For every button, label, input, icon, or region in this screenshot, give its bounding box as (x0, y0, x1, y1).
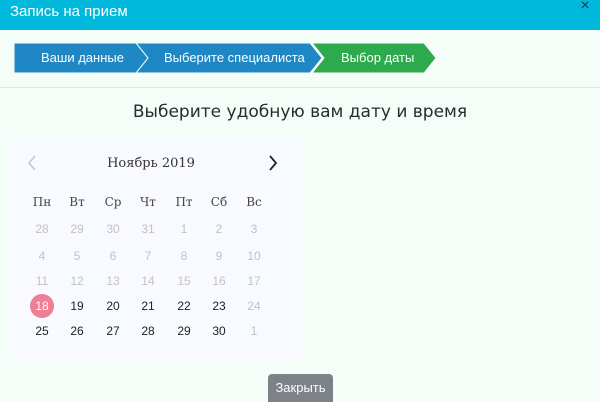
wizard-step-label: Выберите специалиста (164, 50, 305, 65)
calendar-day: 1 (250, 324, 258, 338)
close-icon[interactable]: × (577, 0, 593, 14)
calendar-day: 10 (247, 249, 261, 263)
calendar-day[interactable]: 27 (98, 321, 128, 341)
weekday-header: Пт (175, 195, 193, 209)
calendar-day: 29 (70, 222, 84, 236)
weekday-header: Вт (69, 195, 85, 209)
calendar-day: 30 (106, 222, 120, 236)
weekday-header: Пн (32, 195, 52, 209)
wizard-step-label: Выбор даты (341, 50, 415, 65)
calendar-day: 5 (73, 249, 81, 263)
date-picker-calendar: Ноябрь 2019 Пн Вт Ср Чт Пт Сб Вс 28 29 30 31 1 2 3 4 5… (10, 139, 302, 360)
calendar-day-selected[interactable]: 18 (27, 294, 57, 318)
calendar-day: 15 (177, 274, 191, 288)
calendar-day: 3 (250, 222, 258, 236)
calendar-day: 7 (144, 249, 152, 263)
calendar-day: 12 (70, 274, 84, 288)
calendar-day: 13 (106, 274, 120, 288)
calendar-day: 9 (215, 249, 223, 263)
close-button[interactable]: Закрыть (268, 374, 333, 402)
calendar-day: 1 (180, 222, 188, 236)
wizard-step-3[interactable]: Выбор даты (312, 43, 436, 73)
calendar-day: 4 (38, 249, 46, 263)
calendar-day: 8 (180, 249, 188, 263)
calendar-day: 2 (215, 222, 223, 236)
calendar-day[interactable]: 22 (169, 296, 199, 316)
calendar-day[interactable]: 26 (62, 321, 92, 341)
weekday-header: Сб (210, 195, 228, 209)
dialog-title: Запись на прием (10, 3, 128, 20)
calendar-day[interactable]: 29 (169, 321, 199, 341)
steps-divider (0, 87, 600, 88)
wizard-step-1[interactable]: Ваши данные (14, 43, 148, 73)
calendar-day[interactable]: 23 (204, 296, 234, 316)
calendar-day: 24 (247, 299, 261, 313)
calendar-day: 28 (35, 222, 49, 236)
wizard-step-label: Ваши данные (41, 50, 124, 65)
calendar-day[interactable]: 30 (204, 321, 234, 341)
dialog-titlebar: Запись на прием × (0, 0, 600, 30)
calendar-day: 31 (141, 222, 155, 236)
wizard-step-2[interactable]: Выберите специалиста (136, 43, 322, 73)
weekday-header: Чт (140, 195, 156, 209)
chevron-right-icon[interactable] (266, 154, 280, 172)
calendar-day[interactable]: 21 (133, 296, 163, 316)
calendar-day: 14 (141, 274, 155, 288)
calendar-month-label: Ноябрь 2019 (107, 156, 195, 171)
calendar-day: 16 (212, 274, 226, 288)
calendar-day: 6 (109, 249, 117, 263)
calendar-day[interactable]: 20 (98, 296, 128, 316)
calendar-day[interactable]: 28 (133, 321, 163, 341)
calendar-day[interactable]: 19 (62, 296, 92, 316)
page-heading: Выберите удобную вам дату и время (132, 102, 468, 122)
calendar-day: 17 (247, 274, 261, 288)
weekday-header: Ср (104, 195, 122, 209)
weekday-header: Вс (246, 195, 262, 209)
calendar-day: 11 (35, 274, 49, 288)
calendar-day[interactable]: 25 (27, 321, 57, 341)
